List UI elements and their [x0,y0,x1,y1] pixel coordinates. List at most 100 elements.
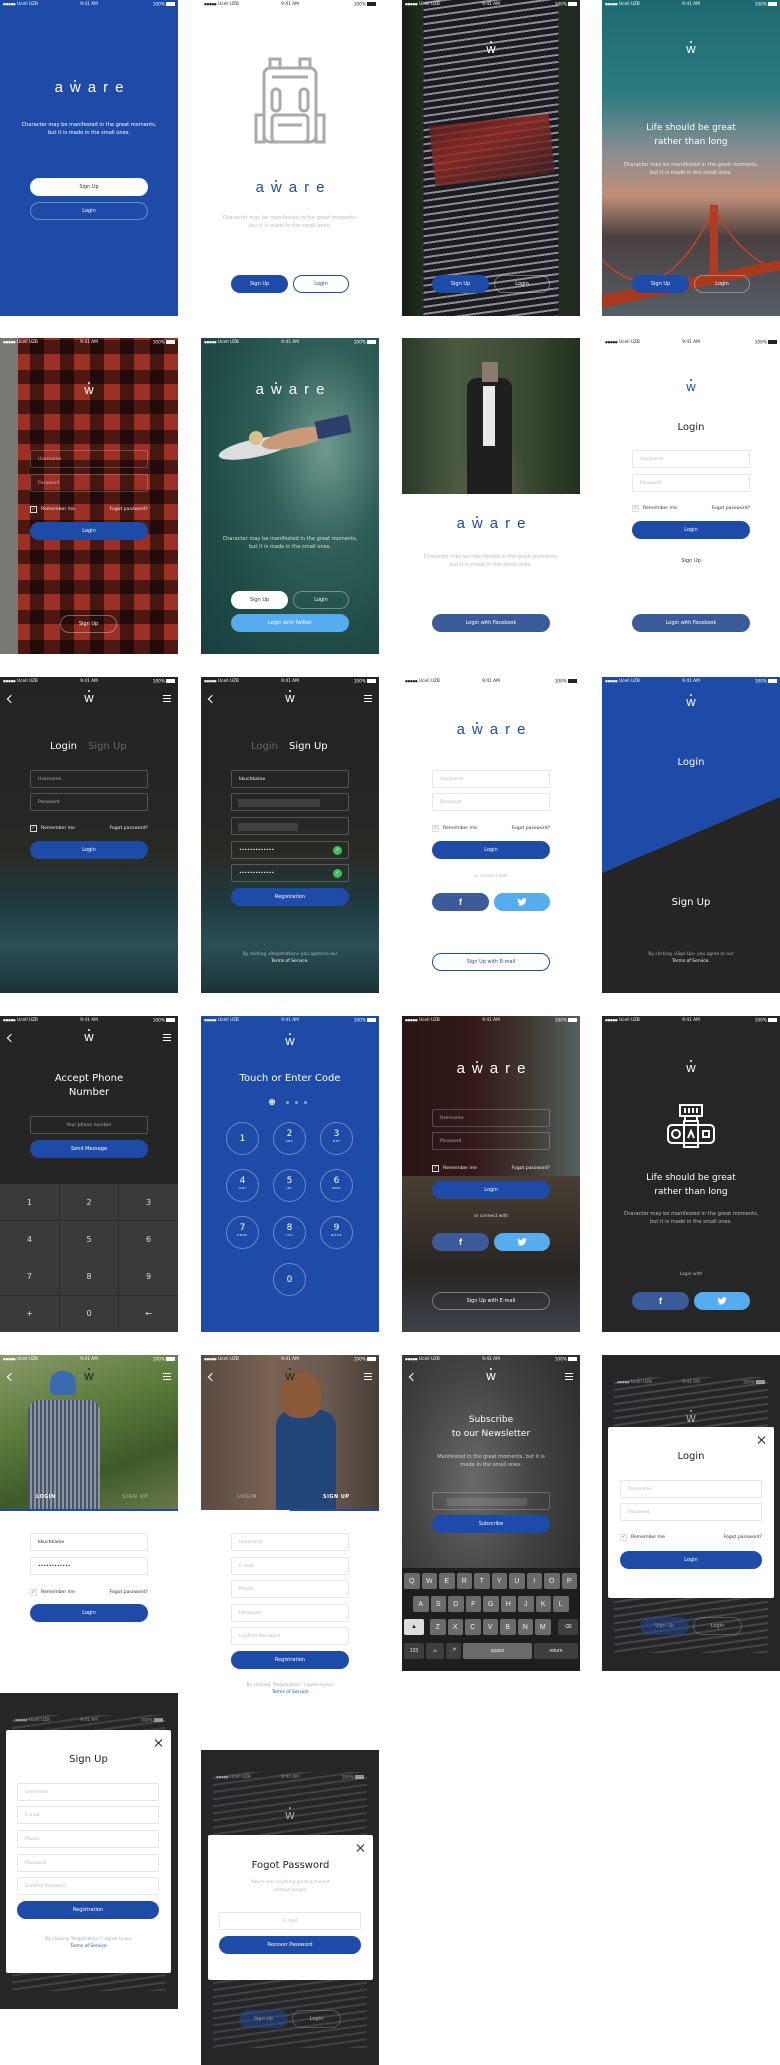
keyboard-key[interactable]: O [544,1573,560,1589]
sign-up-link[interactable]: Sign Up [602,558,780,564]
tab-login[interactable]: Login [50,741,77,752]
password-input[interactable]: Password [30,793,148,811]
login-button[interactable]: Login [293,591,349,609]
keypad-key[interactable]: 9 [119,1258,178,1295]
forgot-password-link[interactable]: Fogot password? [109,1590,148,1595]
sign-up-button[interactable]: Sign Up [239,2010,288,2028]
menu-icon[interactable] [163,695,171,702]
password-input[interactable]: Password [231,1604,349,1622]
keyboard-key[interactable]: U [509,1573,525,1589]
back-icon[interactable] [207,694,217,704]
keypad-key[interactable]: 0 [59,1295,119,1332]
keypad-key[interactable]: 3 [119,1184,178,1221]
signup-panel[interactable] [602,797,780,993]
remember-checkbox[interactable] [30,506,37,513]
login-button[interactable]: Login [693,1617,742,1635]
twitter-button[interactable] [494,893,550,911]
keypad-key[interactable]: 5 [59,1221,119,1258]
delete-key[interactable]: ⌫ [558,1619,578,1635]
login-twitter-button[interactable]: Login with Twitter [231,614,349,632]
tab-login[interactable]: LOGIN [237,1494,257,1500]
menu-icon[interactable] [364,1373,372,1380]
keyboard-key[interactable]: H [500,1596,516,1612]
login-button[interactable]: Login [620,1551,762,1569]
password-input[interactable]: •••••••••••• [30,1557,148,1575]
phone-input[interactable]: Phone [17,1830,159,1848]
keyboard-key[interactable]: Z [430,1619,446,1635]
sign-up-button[interactable]: Sign Up [60,615,117,633]
passcode-key[interactable]: 7 PQRS [226,1216,259,1249]
registration-button[interactable]: Registration [231,1651,349,1669]
sign-up-email-button[interactable]: Sign Up with E-mail [432,1292,550,1310]
keyboard-key[interactable]: N [517,1619,533,1635]
tab-sign-up[interactable]: Sign Up [88,741,127,752]
login-button[interactable]: Login [30,522,148,540]
keyboard-key[interactable]: Q [404,1573,420,1589]
keyboard-key[interactable]: M [535,1619,551,1635]
keyboard-key[interactable]: X [447,1619,463,1635]
login-button[interactable]: Login [292,2010,341,2028]
keyboard-key[interactable]: E [439,1573,455,1589]
forgot-password-link[interactable]: Fogot password? [511,1166,550,1171]
sign-up-button[interactable]: Sign Up [231,275,288,293]
numbers-key[interactable]: 123 [404,1643,424,1659]
login-button[interactable]: Login [632,521,750,539]
keyboard-key[interactable]: A [413,1596,429,1612]
username-input[interactable]: kkuchkarov [30,1533,148,1551]
shift-key[interactable]: ▲ [404,1619,424,1635]
forgot-password-link[interactable]: Fogot password? [109,826,148,831]
keypad-key[interactable]: 7 [0,1258,59,1295]
keypad-key[interactable]: 6 [119,1221,178,1258]
username-input[interactable]: Username [30,770,148,788]
keypad-key[interactable]: 4 [0,1221,59,1258]
tab-sign-up[interactable]: SIGN UP [323,1494,349,1500]
username-input[interactable]: Username [432,1109,550,1127]
login-section-button[interactable]: Login [602,757,780,768]
password-input[interactable]: Password [30,474,148,492]
registration-button[interactable]: Registration [17,1901,159,1919]
facebook-button[interactable]: f [632,1292,689,1310]
forgot-password-link[interactable]: Fogot password? [511,826,550,831]
menu-icon[interactable] [163,1373,171,1380]
email-input[interactable] [432,1492,550,1510]
remember-checkbox[interactable] [620,1534,627,1541]
send-message-button[interactable]: Send Message [30,1140,148,1158]
login-button[interactable]: Login [30,1604,148,1622]
forgot-password-link[interactable]: Fogot password? [723,1535,762,1540]
passcode-key[interactable]: 4 GHI [226,1169,259,1202]
passcode-key[interactable]: 2 ABC [273,1122,306,1155]
login-button[interactable]: Login [432,1181,550,1199]
keyboard-key[interactable]: G [483,1596,499,1612]
sign-up-button[interactable]: Sign Up [432,275,489,293]
back-icon[interactable] [6,694,16,704]
passcode-key[interactable]: 3 DEF [320,1122,353,1155]
phone-number-input[interactable]: Your phone number [30,1116,148,1134]
passcode-key[interactable]: 8 TUV [273,1216,306,1249]
login-button[interactable]: Login [30,202,148,220]
keyboard-key[interactable]: V [482,1619,498,1635]
sign-up-button[interactable]: Sign Up [640,1617,689,1635]
confirm-password-input[interactable]: Confirm Password [231,1627,349,1645]
terms-link[interactable]: Terms of Service. [612,958,770,965]
remember-checkbox[interactable] [632,505,639,512]
facebook-button[interactable]: f [432,893,489,911]
keyboard-key[interactable]: P [561,1573,577,1589]
tab-sign-up[interactable]: Sign Up [289,741,328,752]
tab-sign-up[interactable]: SIGN UP [122,1494,148,1500]
twitter-button[interactable] [494,1233,550,1251]
terms-link[interactable]: Terms of Service [16,1943,161,1950]
keyboard-key[interactable]: I [526,1573,542,1589]
login-button[interactable]: Login [494,275,550,293]
login-button[interactable]: Login [30,841,148,859]
login-button[interactable]: Login [293,275,349,293]
password-input[interactable]: Password [432,1132,550,1150]
terms-link[interactable]: Terms of Service. [211,958,369,965]
twitter-button[interactable] [694,1292,750,1310]
keyboard-key[interactable]: R [456,1573,472,1589]
keypad-key[interactable]: 8 [59,1258,119,1295]
keyboard-key[interactable]: J [518,1596,534,1612]
keyboard-key[interactable]: D [448,1596,464,1612]
keyboard-key[interactable]: K [535,1596,551,1612]
registration-button[interactable]: Registration [231,888,349,906]
sign-up-button[interactable]: Sign Up [30,178,148,196]
